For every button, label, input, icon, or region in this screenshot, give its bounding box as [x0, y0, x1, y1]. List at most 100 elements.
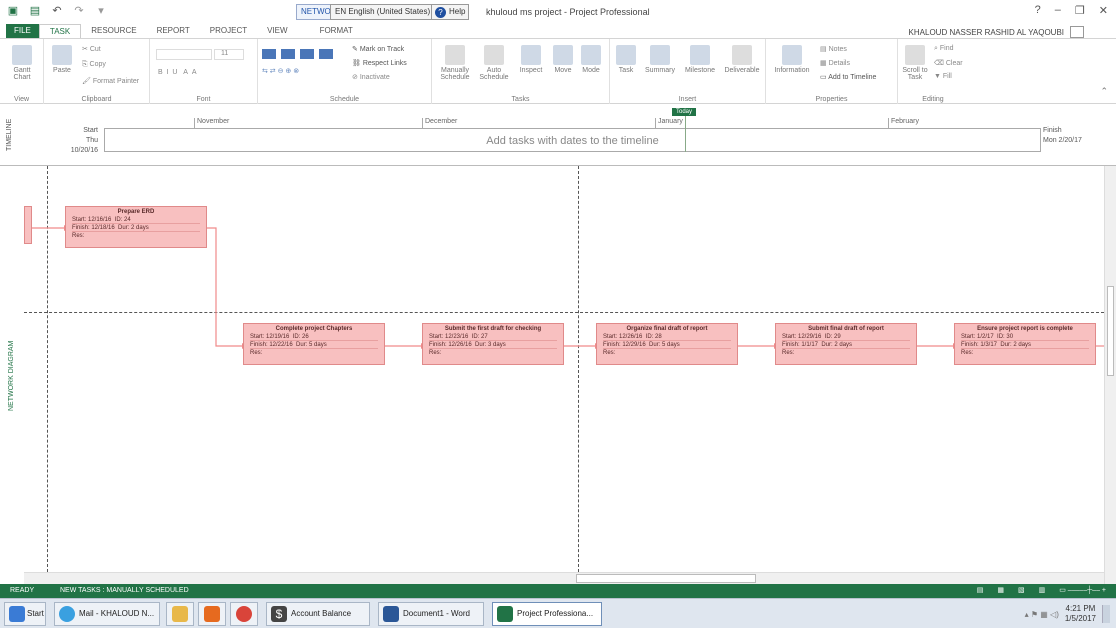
timeline-pane[interactable]: TIMELINE Today November December January… — [0, 104, 1116, 166]
undo-icon[interactable]: ↶ — [50, 4, 64, 18]
vertical-scrollbar[interactable] — [1104, 166, 1116, 584]
new-tasks-mode[interactable]: NEW TASKS : MANUALLY SCHEDULED — [60, 584, 189, 598]
redo-icon[interactable]: ↷ — [72, 4, 86, 18]
tab-project[interactable]: PROJECT — [200, 24, 257, 38]
task-usage-icon[interactable]: ▦ — [997, 584, 1004, 598]
taskbar-project[interactable]: Project Professiona... — [492, 602, 602, 626]
taskbar-mail[interactable]: Mail - KHALOUD N... — [54, 602, 160, 626]
save-icon[interactable]: ▤ — [28, 4, 42, 18]
group-view: Gantt Chart View — [0, 39, 44, 105]
group-font: 11 B I U A A Font — [150, 39, 258, 105]
user-account[interactable]: KHALOUD NASSER RASHID AL YAQOUBI — [909, 26, 1084, 38]
minimize-button[interactable]: – — [1055, 4, 1061, 17]
tab-format[interactable]: FORMAT — [310, 24, 363, 38]
node-duration: Dur: 2 days — [118, 225, 149, 231]
font-format-buttons[interactable]: B I U A A — [158, 69, 197, 76]
notes-button[interactable]: ▤ Notes — [820, 45, 847, 53]
node-id: ID: 29 — [824, 334, 841, 340]
taskbar-account-balance[interactable]: $ Account Balance — [266, 602, 370, 626]
node-title: Complete project Chapters — [275, 326, 353, 332]
taskbar-media[interactable] — [198, 602, 226, 626]
taskbar-word[interactable]: Document1 - Word — [378, 602, 484, 626]
font-size-select[interactable]: 11 — [214, 49, 244, 60]
tab-report[interactable]: REPORT — [147, 24, 200, 38]
show-desktop-button[interactable] — [1102, 605, 1110, 623]
taskbar-chrome[interactable] — [230, 602, 258, 626]
network-node[interactable]: Ensure project report is complete Start:… — [954, 323, 1096, 365]
add-to-timeline-button[interactable]: ▭ Add to Timeline — [820, 73, 876, 81]
find-button[interactable]: ⌕ Find — [934, 45, 954, 53]
timeline-bar[interactable]: Add tasks with dates to the timeline — [104, 128, 1041, 152]
network-diagram-pane[interactable]: NETWORK DIAGRAM Prepare ERD Start: 12/16… — [0, 166, 1116, 584]
copy-button[interactable]: ⎘ Copy — [82, 61, 106, 69]
help-button[interactable]: ? Help — [431, 4, 470, 20]
language-indicator[interactable]: EN English (United States) — [330, 4, 436, 20]
scroll-to-task-icon — [905, 45, 925, 65]
mode-button[interactable]: Mode — [578, 45, 604, 74]
font-name-select[interactable] — [156, 49, 212, 60]
group-schedule: ⇆ ⇄ ⊖ ⊕ ⊗ ✎ Mark on Track ⛓ Respect Link… — [258, 39, 432, 105]
mark-on-track-button[interactable]: ✎ Mark on Track — [352, 45, 404, 53]
resource-sheet-icon[interactable]: ▥ — [1039, 584, 1046, 598]
network-node[interactable]: Submit final draft of report Start: 12/2… — [775, 323, 917, 365]
group-label-view: View — [13, 96, 30, 103]
gantt-chart-icon — [12, 45, 32, 65]
vertical-scroll-thumb[interactable] — [1107, 286, 1114, 376]
tab-file[interactable]: FILE — [6, 24, 39, 38]
network-node[interactable]: Organize final draft of report Start: 12… — [596, 323, 738, 365]
predecessor-node-stub[interactable] — [24, 206, 32, 244]
network-view-icon[interactable]: ▧ — [1018, 584, 1025, 598]
tab-task[interactable]: TASK — [38, 24, 82, 38]
timeline-start: Start Thu 10/20/16 — [70, 127, 98, 154]
horizontal-scrollbar[interactable] — [24, 572, 1104, 584]
clock[interactable]: 4:21 PM 1/5/2017 — [1065, 604, 1096, 624]
paste-icon — [52, 45, 72, 65]
group-label-clipboard: Clipboard — [81, 96, 112, 103]
taskbar-explorer[interactable] — [166, 602, 194, 626]
insert-deliverable-button[interactable]: Deliverable — [720, 45, 764, 74]
node-title: Prepare ERD — [117, 209, 155, 215]
customize-qat-icon[interactable]: ▾ — [94, 4, 108, 18]
move-button[interactable]: Move — [550, 45, 576, 74]
details-button[interactable]: ▦ Details — [820, 59, 850, 67]
clear-button[interactable]: ⌫ Clear — [934, 59, 963, 67]
project-app-icon: ▣ — [7, 5, 19, 17]
horizontal-scroll-thumb[interactable] — [576, 574, 756, 583]
percent-complete-buttons[interactable] — [262, 49, 338, 61]
insert-milestone-button[interactable]: Milestone — [680, 45, 720, 74]
inactivate-button[interactable]: ⊘ Inactivate — [352, 73, 390, 81]
network-node[interactable]: Prepare ERD Start: 12/16/16 ID: 24 Finis… — [65, 206, 207, 248]
node-resources: Res: — [72, 233, 85, 239]
tray-icons[interactable]: ▴ ⚑ ▦ ◁) — [1025, 610, 1059, 619]
collapse-ribbon-icon[interactable]: ⌃ — [1100, 86, 1108, 97]
insert-summary-button[interactable]: Summary — [640, 45, 680, 74]
manually-schedule-button[interactable]: Manually Schedule — [436, 45, 474, 81]
tab-view[interactable]: VIEW — [257, 24, 297, 38]
start-button[interactable]: Start — [4, 602, 46, 626]
paste-button[interactable]: Paste — [48, 45, 76, 74]
network-node[interactable]: Complete project Chapters Start: 12/19/1… — [243, 323, 385, 365]
chrome-icon — [236, 606, 252, 622]
inspect-button[interactable]: Inspect — [516, 45, 546, 74]
tab-resource[interactable]: RESOURCE — [81, 24, 146, 38]
scroll-to-task-button[interactable]: Scroll to Task — [900, 45, 930, 81]
information-button[interactable]: Information — [770, 45, 814, 74]
network-node[interactable]: Submit the first draft for checking Star… — [422, 323, 564, 365]
link-buttons[interactable]: ⇆ ⇄ ⊖ ⊕ ⊗ — [262, 67, 299, 75]
fill-button[interactable]: ▼ Fill — [934, 73, 952, 80]
close-button[interactable]: ✕ — [1099, 4, 1108, 17]
node-duration: Dur: 2 days — [821, 342, 853, 348]
zoom-slider[interactable]: ▭ –––––┼–– + — [1059, 584, 1106, 598]
gantt-view-icon[interactable]: ▤ — [977, 584, 984, 598]
cut-button[interactable]: ✂ Cut — [82, 45, 101, 53]
insert-task-button[interactable]: Task — [614, 45, 638, 74]
inspect-icon — [521, 45, 541, 65]
help-question-button[interactable]: ? — [1035, 4, 1041, 17]
auto-schedule-button[interactable]: Auto Schedule — [478, 45, 510, 81]
format-painter-button[interactable]: 🖌 Format Painter — [82, 77, 139, 85]
gantt-chart-button[interactable]: Gantt Chart — [6, 45, 38, 81]
restore-button[interactable]: ❐ — [1075, 4, 1085, 17]
respect-links-button[interactable]: ⛓ Respect Links — [352, 59, 407, 67]
information-icon — [782, 45, 802, 65]
group-insert: Task Summary Milestone Deliverable Inser… — [610, 39, 766, 105]
